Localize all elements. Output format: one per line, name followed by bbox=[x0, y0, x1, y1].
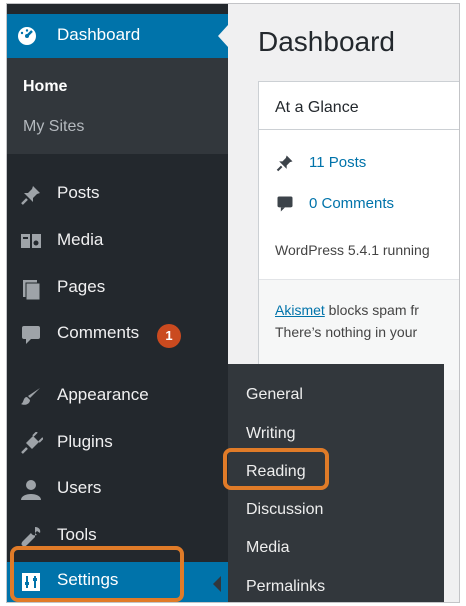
sidebar-item-plugins[interactable]: Plugins bbox=[7, 424, 228, 464]
current-menu-pointer bbox=[213, 576, 221, 592]
page-title: Dashboard bbox=[258, 26, 395, 57]
comment-icon bbox=[19, 323, 43, 347]
brush-icon bbox=[19, 385, 43, 409]
sidebar-item-appearance[interactable]: Appearance bbox=[7, 377, 228, 417]
sidebar-item-comments[interactable]: Comments 1 bbox=[7, 315, 228, 355]
sidebar-item-dashboard[interactable]: Dashboard bbox=[7, 14, 228, 58]
plug-icon bbox=[19, 431, 44, 456]
sidebar-item-label: Comments bbox=[57, 323, 140, 342]
spam-queue-text: There’s nothing in your bbox=[275, 324, 418, 340]
akismet-line: Akismet blocks spam fr bbox=[275, 302, 419, 318]
wordpress-version-text: WordPress 5.4.1 running bbox=[275, 242, 430, 258]
sidebar-item-label: Posts bbox=[57, 183, 100, 202]
dashboard-submenu: Home My Sites bbox=[7, 58, 228, 154]
flyout-item-media[interactable]: Media bbox=[246, 539, 290, 557]
comment-icon bbox=[275, 194, 295, 214]
sidebar-item-label: Dashboard bbox=[57, 25, 141, 44]
dashboard-gauge-icon bbox=[17, 26, 37, 46]
user-icon bbox=[19, 478, 43, 502]
akismet-link[interactable]: Akismet bbox=[275, 302, 325, 318]
panel-title: At a Glance bbox=[275, 99, 359, 116]
submenu-item-home[interactable]: Home bbox=[23, 78, 67, 96]
flyout-item-writing[interactable]: Writing bbox=[246, 425, 296, 443]
pushpin-icon bbox=[275, 153, 295, 173]
flyout-item-permalinks[interactable]: Permalinks bbox=[246, 578, 325, 596]
flyout-item-general[interactable]: General bbox=[246, 386, 303, 404]
sidebar-item-label: Appearance bbox=[57, 385, 149, 404]
sidebar-item-label: Users bbox=[57, 478, 102, 497]
media-icon bbox=[19, 230, 43, 254]
comments-count: 0 Comments bbox=[309, 195, 395, 212]
reading-highlight-box bbox=[223, 448, 329, 490]
submenu-item-my-sites[interactable]: My Sites bbox=[23, 118, 84, 136]
wp-admin-window: Dashboard Home My Sites Posts Media Page… bbox=[6, 3, 460, 603]
current-menu-pointer bbox=[218, 25, 228, 47]
settings-highlight-box bbox=[10, 546, 184, 602]
panel-header[interactable]: At a Glance bbox=[259, 82, 459, 130]
akismet-text: blocks spam fr bbox=[324, 302, 419, 318]
sidebar-item-posts[interactable]: Posts bbox=[7, 175, 228, 215]
sidebar-item-users[interactable]: Users bbox=[7, 470, 228, 510]
admin-sidebar: Dashboard Home My Sites Posts Media Page… bbox=[7, 4, 228, 602]
sidebar-item-pages[interactable]: Pages bbox=[7, 269, 228, 309]
flyout-item-discussion[interactable]: Discussion bbox=[246, 501, 323, 519]
sidebar-item-label: Plugins bbox=[57, 432, 113, 451]
posts-count: 11 Posts bbox=[309, 154, 367, 171]
sidebar-item-label: Tools bbox=[57, 525, 97, 544]
at-a-glance-panel: At a Glance 11 Posts 0 Comments WordPres… bbox=[258, 81, 459, 390]
pushpin-icon bbox=[19, 183, 43, 207]
sidebar-item-label: Pages bbox=[57, 277, 106, 296]
sidebar-item-media[interactable]: Media bbox=[7, 222, 228, 262]
sidebar-item-label: Media bbox=[57, 230, 104, 249]
pages-icon bbox=[19, 277, 43, 301]
comments-count-badge: 1 bbox=[157, 324, 181, 348]
